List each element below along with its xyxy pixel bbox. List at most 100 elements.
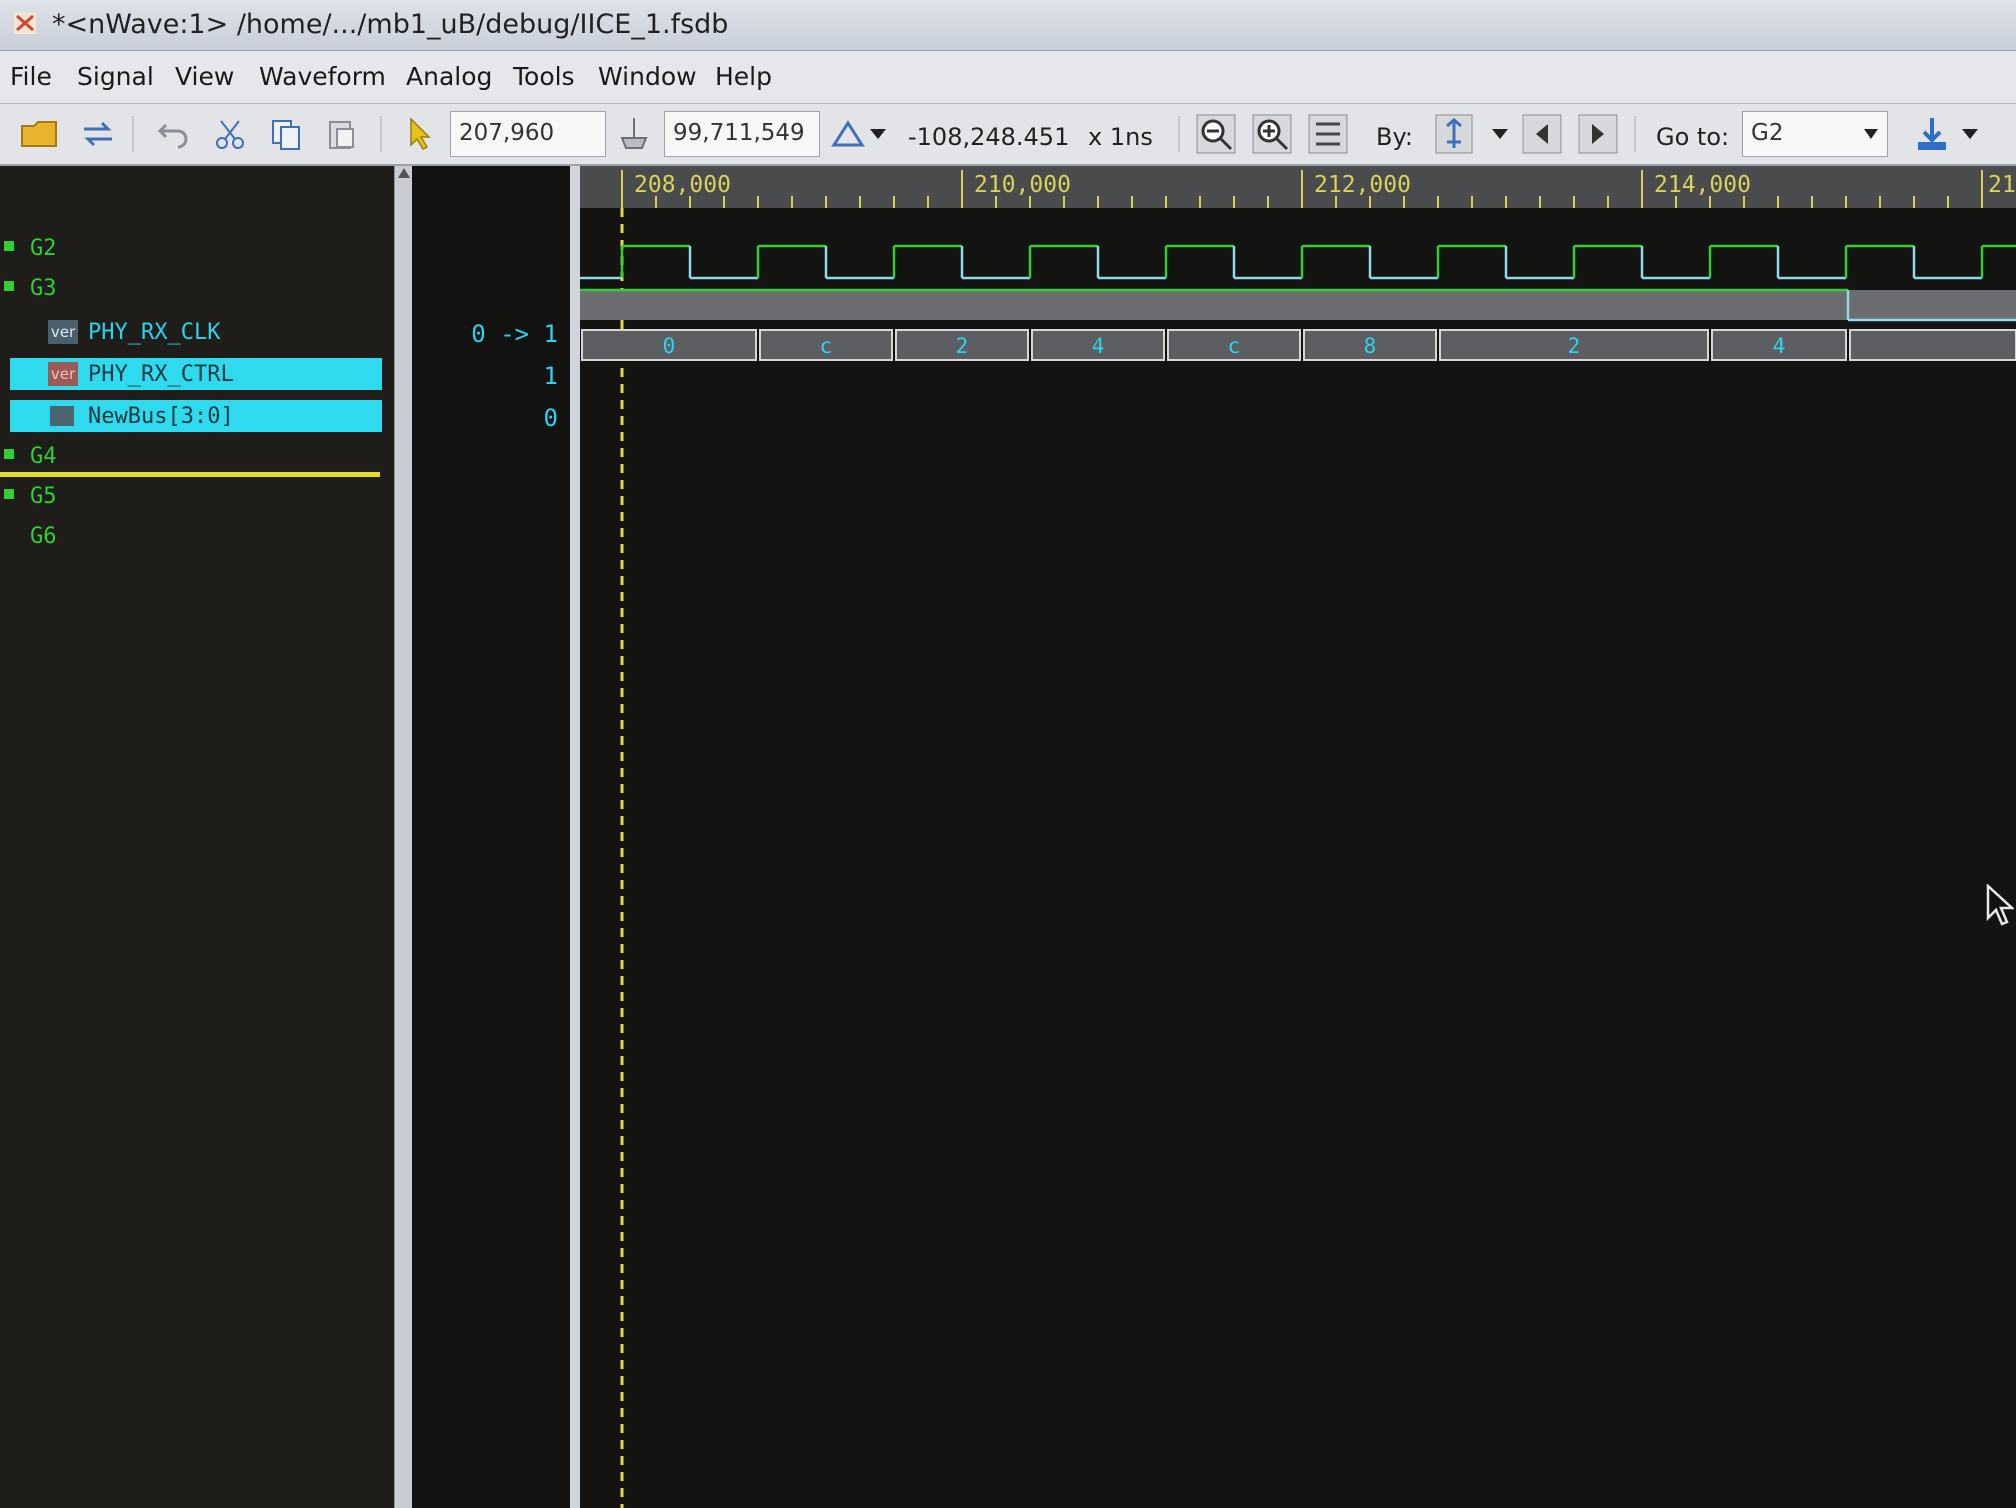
group-expand-icon[interactable] [4, 281, 14, 291]
toolbar-separator [380, 116, 382, 152]
nwave-app-icon [14, 12, 36, 34]
bus-cell-value: 8 [1364, 334, 1377, 358]
group-expand-icon[interactable] [4, 241, 14, 251]
delta-icon[interactable] [826, 112, 870, 156]
next-icon[interactable] [1576, 112, 1620, 156]
delta-time-value: -108,248.451 [908, 123, 1070, 151]
menu-window[interactable]: Window [598, 62, 697, 91]
group-row-g6[interactable]: G6 [0, 520, 380, 552]
pointer-icon[interactable] [398, 112, 442, 156]
signal-value-pane: 0 -> 1 1 0 [412, 166, 570, 1508]
marker-time-field[interactable]: 99,711,549 [664, 111, 820, 157]
group-label: G4 [30, 444, 57, 469]
group-label: G5 [30, 484, 57, 509]
group-label: G6 [30, 524, 57, 549]
group-label: G3 [30, 276, 57, 301]
signal-name: NewBus[3:0] [88, 404, 234, 429]
goto-select-value: G2 [1751, 120, 1784, 146]
time-unit-label: x 1ns [1088, 123, 1153, 151]
group-row-g4[interactable]: G4 [0, 440, 380, 472]
goto-select[interactable]: G2 [1742, 111, 1888, 157]
marker-icon[interactable] [612, 112, 656, 156]
menu-tools[interactable]: Tools [513, 62, 575, 91]
search-by-label: By: [1376, 123, 1414, 151]
ruler-label: 214,000 [1654, 172, 1751, 198]
toolbar-separator [132, 116, 134, 152]
signal-row-phy-rx-ctrl[interactable]: ver PHY_RX_CTRL [0, 358, 390, 390]
bus-icon [50, 406, 74, 426]
pane-splitter[interactable] [570, 166, 580, 1508]
phy-rx-clk-waveform [580, 244, 2016, 280]
bus-cell-value: 4 [1773, 334, 1786, 358]
menu-analog[interactable]: Analog [406, 62, 492, 91]
paste-icon[interactable] [320, 112, 364, 156]
verilog-signal-icon: ver [48, 362, 78, 386]
menu-signal[interactable]: Signal [77, 62, 154, 91]
dropdown-icon[interactable] [1958, 112, 1982, 156]
copy-icon[interactable] [264, 112, 308, 156]
newbus-waveform: 0 c 2 4 c 8 2 4 [581, 329, 2016, 361]
open-folder-icon[interactable] [18, 112, 62, 156]
undo-icon[interactable] [152, 112, 196, 156]
previous-icon[interactable] [1520, 112, 1564, 156]
ruler-ticks [621, 170, 1983, 208]
menu-help[interactable]: Help [715, 62, 772, 91]
zoom-out-icon[interactable] [1194, 112, 1238, 156]
bus-cell-value: c [1228, 334, 1241, 358]
toolbar-separator [1178, 116, 1180, 152]
signal-row-phy-rx-clk[interactable]: ver PHY_RX_CLK [0, 316, 380, 348]
scroll-up-icon[interactable] [397, 166, 411, 180]
dropdown-icon[interactable] [1488, 112, 1512, 156]
group-expand-icon[interactable] [4, 449, 14, 459]
bus-cell-value: 2 [1568, 334, 1581, 358]
phy-rx-ctrl-waveform [580, 288, 2016, 322]
waveform-canvas[interactable]: 0 c 2 4 c 8 2 4 [580, 208, 2016, 1508]
group-label: G2 [30, 236, 57, 261]
cursor-time-field[interactable]: 207,960 [450, 111, 606, 157]
zoom-in-icon[interactable] [1250, 112, 1294, 156]
bus-value: 0 [543, 404, 558, 432]
ruler-label: 208,000 [634, 172, 731, 198]
toolbar: 207,960 99,711,549 -108,248.451 x 1ns By… [0, 104, 2016, 166]
menu-bar: File Signal View Waveform Analog Tools W… [0, 51, 2016, 104]
window-title: *<nWave:1> /home/.../mb1_uB/debug/IICE_1… [52, 9, 729, 40]
waveform-pane[interactable]: 208,000 210,000 212,000 214,000 21 0 c 2 4 c… [580, 166, 2016, 1508]
verilog-signal-icon: ver [48, 320, 78, 344]
bus-cell-value: 2 [956, 334, 969, 358]
reload-icon[interactable] [76, 112, 120, 156]
group-row-g5[interactable]: G5 [0, 480, 380, 512]
menu-waveform[interactable]: Waveform [259, 62, 386, 91]
signal-row-newbus[interactable]: NewBus[3:0] [0, 400, 390, 432]
goto-marker-icon[interactable] [1910, 112, 1954, 156]
dropdown-icon[interactable] [866, 112, 890, 156]
bus-cell [1849, 329, 2016, 361]
ctrl-fill [580, 290, 2016, 320]
bus-cell-value: c [820, 334, 833, 358]
signal-name: PHY_RX_CTRL [88, 362, 234, 387]
clk-value: 0 -> 1 [471, 320, 558, 348]
group-expand-icon[interactable] [4, 489, 14, 499]
group-row-g3[interactable]: G3 [0, 272, 380, 304]
toolbar-separator [1634, 116, 1636, 152]
ctrl-value: 1 [543, 362, 558, 390]
signal-name: PHY_RX_CLK [88, 320, 221, 345]
ruler-label: 21 [1988, 172, 2016, 198]
group-separator-line [0, 472, 380, 477]
cut-icon[interactable] [208, 112, 252, 156]
vertical-scrollbar[interactable] [394, 166, 414, 1508]
time-ruler[interactable]: 208,000 210,000 212,000 214,000 21 [580, 166, 2016, 208]
search-by-icon[interactable] [1432, 112, 1476, 156]
bus-cell-value: 4 [1092, 334, 1105, 358]
mouse-pointer-icon [1986, 883, 2016, 930]
ruler-label: 212,000 [1314, 172, 1411, 198]
menu-view[interactable]: View [175, 62, 234, 91]
signal-name-pane[interactable]: G2 G3 ver PHY_RX_CLK ver PHY_RX_CTRL New… [0, 166, 394, 1508]
goto-label: Go to: [1656, 123, 1730, 151]
group-row-g2[interactable]: G2 [0, 232, 380, 264]
bus-cell-value: 0 [663, 334, 676, 358]
window-titlebar: *<nWave:1> /home/.../mb1_uB/debug/IICE_1… [0, 0, 2016, 51]
zoom-fit-icon[interactable] [1306, 112, 1350, 156]
dropdown-icon [1864, 129, 1878, 139]
menu-file[interactable]: File [10, 62, 52, 91]
ruler-label: 210,000 [974, 172, 1071, 198]
